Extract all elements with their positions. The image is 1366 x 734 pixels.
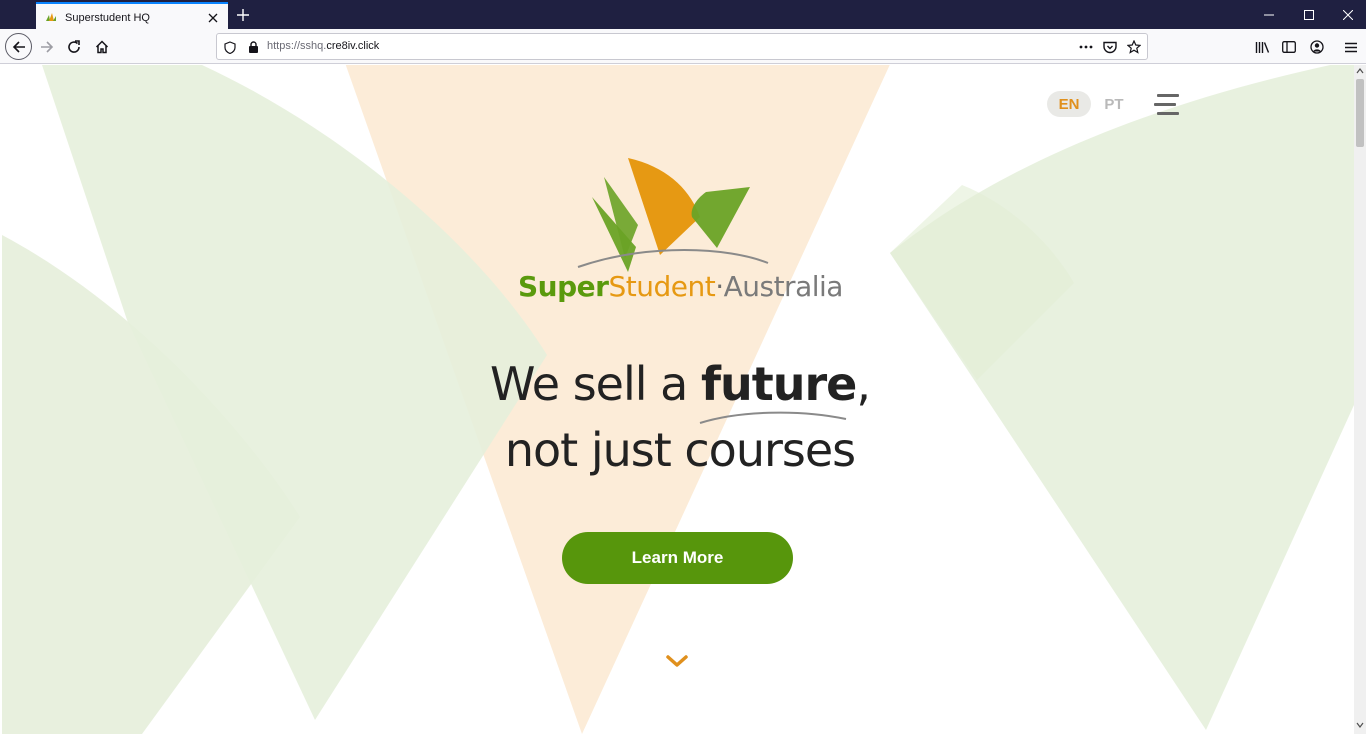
underline-swoosh: [699, 411, 847, 424]
browser-tab[interactable]: Superstudent HQ: [36, 2, 228, 31]
home-icon[interactable]: [89, 34, 115, 60]
forward-icon[interactable]: [34, 34, 60, 60]
account-icon[interactable]: [1304, 34, 1330, 60]
page-scrollbar[interactable]: [1354, 65, 1366, 734]
browser-titlebar: Superstudent HQ: [0, 0, 1366, 31]
lock-icon[interactable]: [245, 39, 261, 55]
chevron-down-icon[interactable]: [665, 653, 689, 669]
scrollbar-thumb[interactable]: [1356, 79, 1364, 147]
maximize-icon[interactable]: [1289, 0, 1329, 29]
library-icon[interactable]: [1249, 34, 1275, 60]
star-icon[interactable]: [1126, 39, 1142, 55]
more-icon[interactable]: [1078, 39, 1094, 55]
headline-line-2: not just courses: [504, 423, 856, 477]
scroll-down-icon[interactable]: [1356, 722, 1364, 728]
page-viewport: EN PT SuperStudent·Australia We sell a f…: [2, 65, 1354, 734]
address-bar[interactable]: https://sshq.cre8iv.click: [216, 33, 1148, 60]
menu-icon[interactable]: [1338, 34, 1364, 60]
close-icon[interactable]: [202, 7, 224, 29]
brand-wordmark: SuperStudent·Australia: [518, 270, 843, 303]
learn-more-button[interactable]: Learn More: [562, 532, 793, 584]
minimize-icon[interactable]: [1249, 0, 1289, 29]
scroll-up-icon[interactable]: [1356, 68, 1364, 74]
close-window-icon[interactable]: [1328, 0, 1366, 29]
favicon-icon: [46, 13, 56, 21]
hamburger-menu-icon[interactable]: [1154, 92, 1180, 118]
tab-title: Superstudent HQ: [65, 11, 150, 24]
url-text[interactable]: https://sshq.cre8iv.click: [267, 40, 379, 52]
shield-icon[interactable]: [222, 39, 238, 55]
pocket-icon[interactable]: [1102, 39, 1118, 55]
hero-headline: We sell a future, not just courses: [422, 351, 938, 483]
plus-icon[interactable]: [232, 4, 254, 26]
sidebar-icon[interactable]: [1276, 34, 1302, 60]
back-icon[interactable]: [5, 33, 32, 60]
language-pt-button[interactable]: PT: [1092, 91, 1136, 117]
headline-line-1: We sell a future,: [490, 357, 871, 411]
reload-icon[interactable]: [61, 34, 87, 60]
language-en-button[interactable]: EN: [1047, 91, 1091, 117]
browser-toolbar: https://sshq.cre8iv.click: [0, 29, 1366, 64]
